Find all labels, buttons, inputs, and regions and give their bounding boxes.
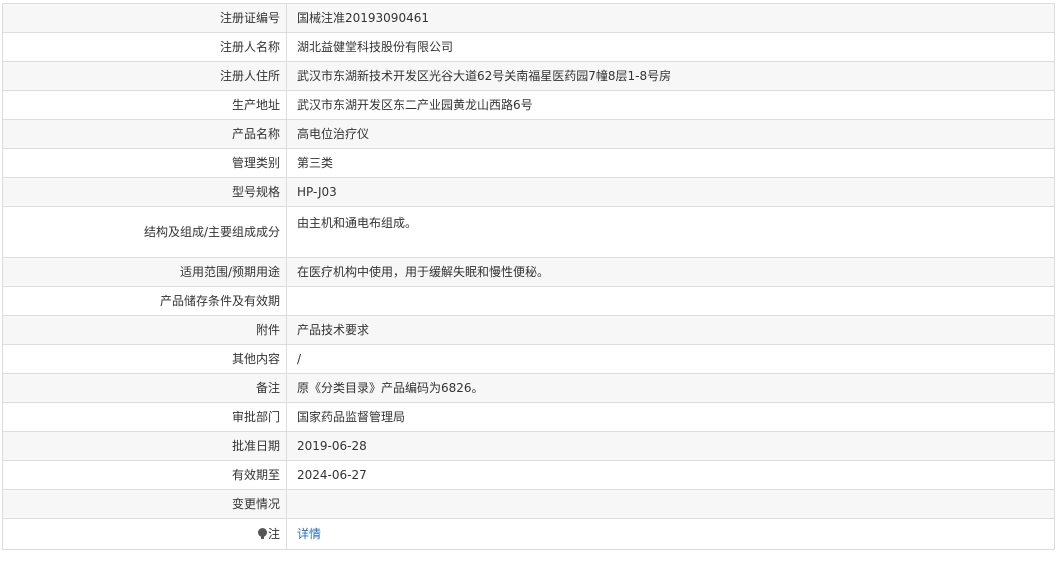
field-label: 变更情况 [2, 489, 287, 519]
row-remarks: 备注 原《分类目录》产品编码为6826。 [2, 373, 1055, 403]
field-label: 产品储存条件及有效期 [2, 286, 287, 316]
field-value: 由主机和通电布组成。 [286, 206, 1055, 258]
row-change-status: 变更情况 [2, 489, 1055, 519]
row-note: 注 详情 [2, 518, 1055, 550]
field-label: 适用范围/预期用途 [2, 257, 287, 287]
row-production-address: 生产地址 武汉市东湖开发区东二产业园黄龙山西路6号 [2, 90, 1055, 120]
field-value: 在医疗机构中使用，用于缓解失眠和慢性便秘。 [286, 257, 1055, 287]
field-label: 注册人名称 [2, 32, 287, 62]
row-approval-date: 批准日期 2019-06-28 [2, 431, 1055, 461]
row-approval-department: 审批部门 国家药品监督管理局 [2, 402, 1055, 432]
field-label: 型号规格 [2, 177, 287, 207]
field-value: 2019-06-28 [286, 431, 1055, 461]
field-label: 生产地址 [2, 90, 287, 120]
row-registration-number: 注册证编号 国械注准20193090461 [2, 3, 1055, 33]
field-value [286, 489, 1055, 519]
field-label: 备注 [2, 373, 287, 403]
field-value: 详情 [286, 518, 1055, 550]
row-valid-until: 有效期至 2024-06-27 [2, 460, 1055, 490]
field-value: 国械注准20193090461 [286, 3, 1055, 33]
field-value: 原《分类目录》产品编码为6826。 [286, 373, 1055, 403]
field-label: 附件 [2, 315, 287, 345]
field-label: 其他内容 [2, 344, 287, 374]
row-intended-use: 适用范围/预期用途 在医疗机构中使用，用于缓解失眠和慢性便秘。 [2, 257, 1055, 287]
field-value: 2024-06-27 [286, 460, 1055, 490]
registration-detail-panel: 注册证编号 国械注准20193090461 注册人名称 湖北益健堂科技股份有限公… [2, 3, 1055, 550]
field-value: / [286, 344, 1055, 374]
field-label: 注册人住所 [2, 61, 287, 91]
row-storage-validity: 产品储存条件及有效期 [2, 286, 1055, 316]
field-label: 注 [2, 518, 287, 550]
row-attachment: 附件 产品技术要求 [2, 315, 1055, 345]
field-label: 管理类别 [2, 148, 287, 178]
field-value: 产品技术要求 [286, 315, 1055, 345]
field-value: 高电位治疗仪 [286, 119, 1055, 149]
field-label: 批准日期 [2, 431, 287, 461]
details-link[interactable]: 详情 [297, 527, 321, 541]
field-value: 武汉市东湖开发区东二产业园黄龙山西路6号 [286, 90, 1055, 120]
field-value: 国家药品监督管理局 [286, 402, 1055, 432]
row-structure-composition: 结构及组成/主要组成成分 由主机和通电布组成。 [2, 206, 1055, 258]
field-value: 第三类 [286, 148, 1055, 178]
field-value: 武汉市东湖新技术开发区光谷大道62号关南福星医药园7幢8层1-8号房 [286, 61, 1055, 91]
field-value: 湖北益健堂科技股份有限公司 [286, 32, 1055, 62]
field-label: 注册证编号 [2, 3, 287, 33]
row-registrant-name: 注册人名称 湖北益健堂科技股份有限公司 [2, 32, 1055, 62]
registration-detail-table: 注册证编号 国械注准20193090461 注册人名称 湖北益健堂科技股份有限公… [2, 3, 1055, 550]
field-value: HP-J03 [286, 177, 1055, 207]
row-management-category: 管理类别 第三类 [2, 148, 1055, 178]
field-label: 结构及组成/主要组成成分 [2, 206, 287, 258]
row-other-content: 其他内容 / [2, 344, 1055, 374]
field-label: 审批部门 [2, 402, 287, 432]
lightbulb-icon [257, 528, 267, 539]
row-product-name: 产品名称 高电位治疗仪 [2, 119, 1055, 149]
row-model-spec: 型号规格 HP-J03 [2, 177, 1055, 207]
note-label: 注 [267, 527, 280, 541]
field-value [286, 286, 1055, 316]
field-label: 有效期至 [2, 460, 287, 490]
row-registrant-address: 注册人住所 武汉市东湖新技术开发区光谷大道62号关南福星医药园7幢8层1-8号房 [2, 61, 1055, 91]
field-label: 产品名称 [2, 119, 287, 149]
